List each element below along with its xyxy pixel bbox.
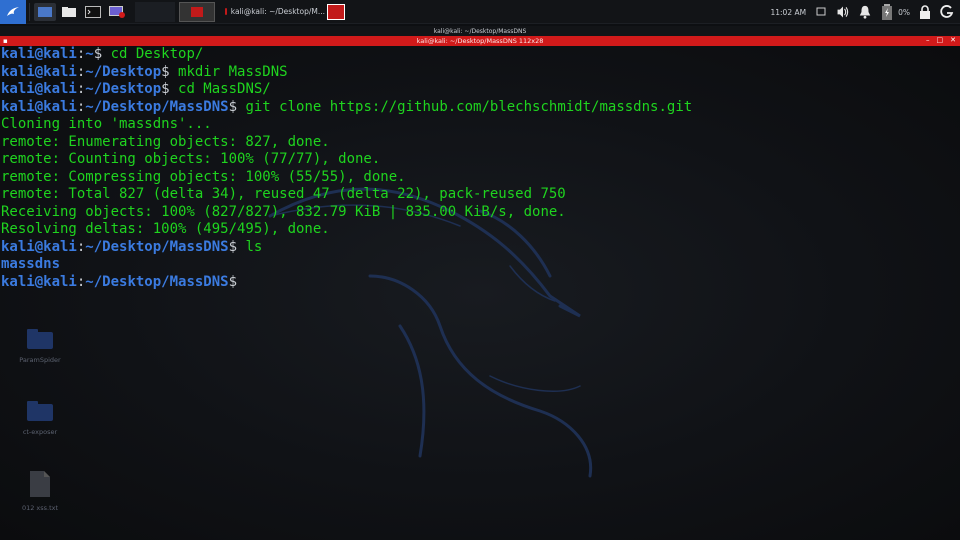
prompt-user-host: kali@kali: [1, 81, 77, 97]
prompt-symbol: $: [93, 46, 111, 62]
command-text: ls: [245, 238, 263, 255]
taskbar-window-title: kali@kali: ~/Desktop/M...: [230, 7, 325, 16]
output-line: remote: Total 827 (delta 34), reused 47 …: [1, 186, 960, 204]
clock[interactable]: 11:02 AM: [770, 8, 806, 17]
output-text: Resolving deltas: 100% (495/495), done.: [1, 221, 330, 237]
prompt-line: kali@kali:~/Desktop$ cd MassDNS/: [1, 81, 960, 99]
terminal-tab-title: kali@kali: ~/Desktop/MassDNS 112x28: [416, 37, 544, 45]
lock-icon[interactable]: [918, 5, 932, 19]
system-tray: 11:02 AM 0%: [770, 0, 960, 24]
prompt-path: ~/Desktop: [85, 81, 162, 97]
command-text: mkdir MassDNS: [178, 63, 288, 80]
output-text: remote: Enumerating objects: 827, done.: [1, 133, 330, 150]
output-text: remote: Compressing objects: 100% (55/55…: [1, 168, 406, 185]
prompt-symbol: $: [161, 63, 179, 80]
output-text: Cloning into 'massdns'...: [1, 116, 212, 132]
display-icon[interactable]: [814, 5, 828, 19]
bell-icon[interactable]: [858, 5, 872, 19]
top-panel: kali@kali: ~/Desktop/M... 11:02 AM 0%: [0, 0, 960, 24]
logout-icon[interactable]: [940, 5, 954, 19]
terminal-tab-bar[interactable]: ▪ kali@kali: ~/Desktop/MassDNS 112x28 – …: [0, 36, 960, 46]
taskbar-red-window[interactable]: [327, 3, 345, 20]
prompt-user-host: kali@kali: [1, 46, 77, 62]
taskbar-window-button[interactable]: kali@kali: ~/Desktop/M...: [225, 1, 325, 23]
command-text: git clone https://github.com/blechschmid…: [245, 98, 693, 115]
prompt-line: kali@kali:~$ cd Desktop/: [1, 46, 960, 64]
prompt-symbol: $: [228, 238, 246, 255]
window-controls: – □ ✕: [926, 36, 956, 44]
terminal-menu-icon[interactable]: ▪: [3, 37, 8, 45]
output-line: Resolving deltas: 100% (495/495), done.: [1, 221, 960, 239]
prompt-user-host: kali@kali: [1, 98, 77, 115]
prompt-user-host: kali@kali: [1, 238, 77, 255]
panel-separator: [29, 2, 30, 21]
prompt-user-host: kali@kali: [1, 63, 77, 80]
maximize-icon[interactable]: □: [937, 36, 944, 44]
battery-percent: 0%: [898, 7, 910, 17]
prompt-line: kali@kali:~/Desktop/MassDNS$: [1, 274, 960, 292]
window-title-bar[interactable]: kali@kali: ~/Desktop/MassDNS: [0, 26, 960, 36]
output-line: remote: Compressing objects: 100% (55/55…: [1, 169, 960, 187]
output-text: remote: Total 827 (delta 34), reused 47 …: [1, 186, 566, 202]
output-line: remote: Enumerating objects: 827, done.: [1, 134, 960, 152]
taskbar-empty-slot[interactable]: [135, 1, 175, 22]
battery-icon[interactable]: [880, 4, 894, 20]
prompt-symbol: $: [228, 273, 246, 290]
directory-entry: massdns: [1, 256, 61, 272]
prompt-path: ~/Desktop: [85, 63, 162, 80]
prompt-line: kali@kali:~/Desktop/MassDNS$ ls: [1, 239, 960, 257]
terminal-window-icon: [225, 8, 227, 15]
prompt-path: ~/Desktop/MassDNS: [85, 238, 229, 255]
folder-icon[interactable]: [58, 3, 80, 21]
terminal-output[interactable]: kali@kali:~$ cd Desktop/kali@kali:~/Desk…: [0, 46, 960, 540]
minimize-icon[interactable]: –: [926, 36, 930, 44]
prompt-line: kali@kali:~/Desktop/MassDNS$ git clone h…: [1, 99, 960, 117]
prompt-path: ~: [85, 46, 94, 62]
output-text: Receiving objects: 100% (827/827), 832.7…: [1, 203, 566, 220]
volume-icon[interactable]: [836, 5, 850, 19]
output-text: remote: Counting objects: 100% (77/77), …: [1, 151, 381, 167]
output-line: Receiving objects: 100% (827/827), 832.7…: [1, 204, 960, 222]
window-title: kali@kali: ~/Desktop/MassDNS: [433, 27, 527, 35]
taskbar-active-window[interactable]: [179, 1, 215, 22]
kali-menu-icon[interactable]: [0, 0, 26, 24]
prompt-symbol: $: [228, 98, 246, 115]
output-line: Cloning into 'massdns'...: [1, 116, 960, 134]
prompt-line: kali@kali:~/Desktop$ mkdir MassDNS: [1, 64, 960, 82]
prompt-path: ~/Desktop/MassDNS: [85, 98, 229, 115]
command-text: cd Desktop/: [110, 46, 204, 62]
prompt-user-host: kali@kali: [1, 273, 77, 290]
ls-output-line: massdns: [1, 256, 960, 274]
close-icon[interactable]: ✕: [950, 36, 956, 44]
prompt-path: ~/Desktop/MassDNS: [85, 273, 229, 290]
recorder-icon[interactable]: [106, 3, 128, 21]
output-line: remote: Counting objects: 100% (77/77), …: [1, 151, 960, 169]
terminal-icon[interactable]: [82, 3, 104, 21]
command-text: cd MassDNS/: [178, 81, 271, 97]
workspace-icon[interactable]: [34, 2, 56, 21]
prompt-symbol: $: [161, 81, 179, 97]
